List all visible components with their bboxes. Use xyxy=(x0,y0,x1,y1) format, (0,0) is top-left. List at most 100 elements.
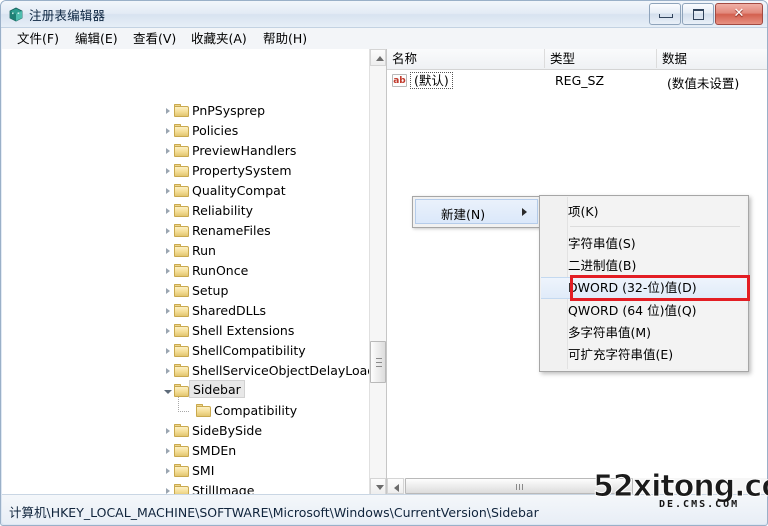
grip-line xyxy=(522,484,523,490)
tree-item-label: RunOnce xyxy=(192,263,249,278)
submenu-item-label: 可扩充字符串值(E) xyxy=(568,347,674,362)
window-controls: ✕ xyxy=(648,3,763,25)
expand-arrow-icon[interactable] xyxy=(164,167,173,176)
submenu-item-2[interactable]: 二进制值(B) xyxy=(568,256,636,276)
submenu-item-3[interactable]: DWORD (32-位)值(D) xyxy=(541,277,746,299)
maximize-icon xyxy=(693,9,704,20)
status-path: 计算机\HKEY_LOCAL_MACHINE\SOFTWARE\Microsof… xyxy=(9,505,539,520)
submenu-item-5[interactable]: 多字符串值(M) xyxy=(568,323,651,343)
tree-item-shellcompatibility[interactable]: ShellCompatibility xyxy=(2,341,362,361)
tree-item-label: ShellCompatibility xyxy=(192,343,306,358)
tree-item-label: Policies xyxy=(192,123,239,138)
column-header-type[interactable]: 类型 xyxy=(545,49,657,68)
menu-edit[interactable]: 编辑(E) xyxy=(70,30,123,47)
folder-icon xyxy=(174,244,189,257)
tree-scrollbar-thumb[interactable] xyxy=(370,341,386,383)
status-bar: 计算机\HKEY_LOCAL_MACHINE\SOFTWARE\Microsof… xyxy=(2,494,767,524)
maximize-button[interactable] xyxy=(682,3,714,25)
expand-arrow-icon[interactable] xyxy=(164,467,173,476)
tree-item-shell-extensions[interactable]: Shell Extensions xyxy=(2,321,362,341)
table-row[interactable]: ab (默认) REG_SZ (数值未设置) xyxy=(387,71,767,91)
context-menu-item-new[interactable]: 新建(N) xyxy=(415,199,538,224)
expand-arrow-icon[interactable] xyxy=(164,307,173,316)
tree-item-reliability[interactable]: Reliability xyxy=(2,201,362,221)
context-menu: 新建(N) xyxy=(412,196,542,228)
tree-item-smden[interactable]: SMDEn xyxy=(2,441,362,461)
menu-favorites[interactable]: 收藏夹(A) xyxy=(186,30,252,47)
tree-item-label: Run xyxy=(192,243,216,258)
tree-item-smi[interactable]: SMI xyxy=(2,461,362,481)
list-scrollbar-thumb[interactable] xyxy=(405,478,633,494)
expand-arrow-icon[interactable] xyxy=(164,247,173,256)
tree-item-qualitycompat[interactable]: QualityCompat xyxy=(2,181,362,201)
submenu-item-0[interactable]: 项(K) xyxy=(568,202,598,222)
tree-connector-line xyxy=(178,397,189,412)
tree-item-label: ShellServiceObjectDelayLoad xyxy=(192,363,376,378)
expand-arrow-icon[interactable] xyxy=(164,187,173,196)
folder-icon xyxy=(174,224,189,237)
collapse-arrow-icon[interactable] xyxy=(164,387,173,396)
tree-vertical-scrollbar[interactable] xyxy=(369,49,386,495)
tree-item-run[interactable]: Run xyxy=(2,241,362,261)
registry-editor-window: 注册表编辑器 ✕ 文件(F) 编辑(E) 查看(V) 收藏夹(A) 帮助(H) … xyxy=(0,0,768,526)
tree-item-label: SharedDLLs xyxy=(192,303,267,318)
expand-arrow-icon[interactable] xyxy=(164,227,173,236)
expand-arrow-icon[interactable] xyxy=(164,127,173,136)
submenu-item-label: 字符串值(S) xyxy=(568,236,636,251)
expand-arrow-icon[interactable] xyxy=(164,347,173,356)
scroll-left-button[interactable] xyxy=(387,478,404,494)
tree-item-label: Compatibility xyxy=(214,403,298,418)
expand-arrow-icon[interactable] xyxy=(164,107,173,116)
submenu-item-4[interactable]: QWORD (64 位)值(Q) xyxy=(568,301,697,321)
tree-item-compatibility[interactable]: Compatibility xyxy=(2,397,362,421)
expand-arrow-icon[interactable] xyxy=(164,367,173,376)
list-horizontal-scrollbar[interactable] xyxy=(387,478,767,495)
menu-help[interactable]: 帮助(H) xyxy=(258,30,312,47)
minimize-button[interactable] xyxy=(649,3,681,25)
column-header-name[interactable]: 名称 xyxy=(387,49,545,68)
expand-arrow-icon[interactable] xyxy=(164,267,173,276)
menu-view[interactable]: 查看(V) xyxy=(128,30,181,47)
tree-item-policies[interactable]: Policies xyxy=(2,121,362,141)
grip-line xyxy=(376,362,382,363)
tree-item-previewhandlers[interactable]: PreviewHandlers xyxy=(2,141,362,161)
submenu-item-label: DWORD (32-位)值(D) xyxy=(568,280,697,295)
expand-arrow-icon[interactable] xyxy=(164,287,173,296)
scroll-down-button[interactable] xyxy=(370,478,386,495)
scroll-up-button[interactable] xyxy=(370,49,386,66)
expand-arrow-icon[interactable] xyxy=(164,207,173,216)
context-menu-item-label: 新建(N) xyxy=(441,207,486,222)
tree-item-runonce[interactable]: RunOnce xyxy=(2,261,362,281)
close-button[interactable]: ✕ xyxy=(715,3,763,25)
tree-item-propertysystem[interactable]: PropertySystem xyxy=(2,161,362,181)
folder-icon xyxy=(174,384,189,397)
tree-item-label: Shell Extensions xyxy=(192,323,295,338)
tree-item-shareddlls[interactable]: SharedDLLs xyxy=(2,301,362,321)
menu-bar: 文件(F) 编辑(E) 查看(V) 收藏夹(A) 帮助(H) xyxy=(2,28,767,49)
main-body: PnPSysprep Policies PreviewHandlers Propert… xyxy=(2,49,767,495)
folder-icon xyxy=(174,284,189,297)
tree-item-shellserviceobjectdelayload[interactable]: ShellServiceObjectDelayLoad xyxy=(2,361,375,381)
expand-arrow-icon[interactable] xyxy=(164,327,173,336)
tree-item-sidebyside[interactable]: SideBySide xyxy=(2,421,362,441)
column-header-data[interactable]: 数据 xyxy=(657,49,767,68)
expand-arrow-icon[interactable] xyxy=(164,147,173,156)
tree-item-stillimage[interactable]: StillImage xyxy=(2,481,362,495)
tree-item-label: SMI xyxy=(192,463,215,478)
folder-icon xyxy=(174,364,189,377)
menu-file[interactable]: 文件(F) xyxy=(12,30,64,47)
folder-icon xyxy=(196,404,211,417)
submenu-item-6[interactable]: 可扩充字符串值(E) xyxy=(568,345,673,365)
tree-item-pnpsysprep[interactable]: PnPSysprep xyxy=(2,101,362,121)
folder-icon xyxy=(174,344,189,357)
folder-icon xyxy=(174,124,189,137)
folder-icon xyxy=(174,104,189,117)
submenu-item-1[interactable]: 字符串值(S) xyxy=(568,234,636,254)
tree-item-renamefiles[interactable]: RenameFiles xyxy=(2,221,362,241)
value-name[interactable]: (默认) xyxy=(410,72,453,89)
expand-arrow-icon[interactable] xyxy=(164,447,173,456)
expand-arrow-icon[interactable] xyxy=(164,427,173,436)
tree-item-setup[interactable]: Setup xyxy=(2,281,362,301)
tree-item-label: QualityCompat xyxy=(192,183,286,198)
registry-tree-pane[interactable]: PnPSysprep Policies PreviewHandlers Propert… xyxy=(2,49,387,495)
